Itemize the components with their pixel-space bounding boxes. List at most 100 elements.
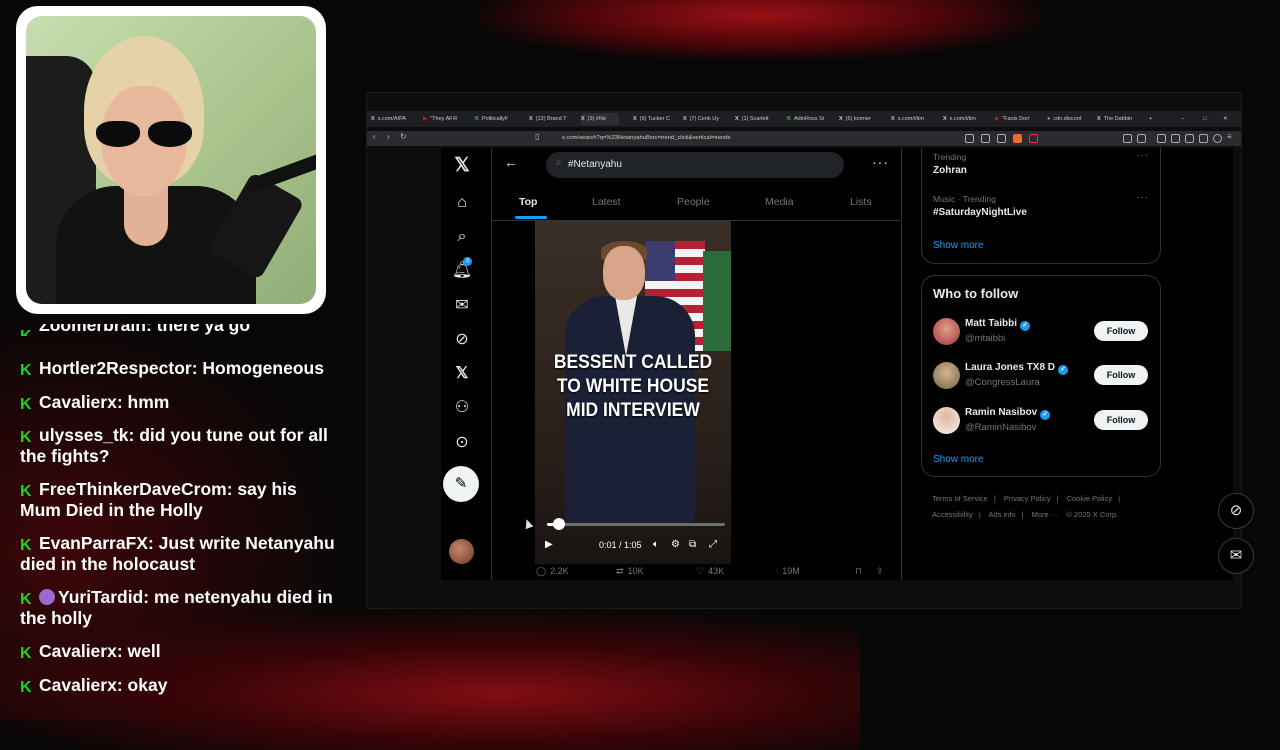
bookmark-icon[interactable]: ▯ <box>535 132 539 141</box>
browser-tab[interactable]: X (13) Brand T <box>529 113 579 125</box>
volume-icon[interactable]: 🔈︎ <box>653 539 659 550</box>
premium-x-icon[interactable]: 𝕏 <box>451 363 473 385</box>
browser-tab[interactable]: ● cdn.discord <box>1047 113 1095 125</box>
extension-icon[interactable] <box>1199 134 1208 143</box>
active-tab-indicator <box>515 216 547 219</box>
back-icon[interactable]: ‹ <box>373 132 376 141</box>
browser-tab[interactable]: K AdinRoss St <box>787 113 837 125</box>
extension-icon[interactable] <box>1137 134 1146 143</box>
home-icon[interactable]: ⌂ <box>451 192 473 214</box>
search-icon[interactable]: ⌕ <box>451 226 473 248</box>
browser-tab[interactable]: X (7) Cenk Uy <box>683 113 733 125</box>
account-name[interactable]: Ramin Nasibov ✓ <box>965 407 1051 420</box>
grok-float-icon[interactable]: ⊘ <box>1218 493 1254 529</box>
grok-icon[interactable]: ⊘ <box>451 329 473 351</box>
tab-people[interactable]: People <box>677 196 710 208</box>
reply-icon: ◯ <box>536 566 547 576</box>
browser-tab[interactable]: X (9) Tucker C <box>633 113 681 125</box>
browser-tab[interactable]: ▶ "Facts Don' <box>995 113 1045 125</box>
browser-tab[interactable]: Xx.com/i/tim <box>891 113 941 125</box>
show-more-link[interactable]: Show more <box>933 454 984 465</box>
new-tab-button[interactable]: + <box>1149 113 1157 125</box>
notifications-icon[interactable]: 🔔︎ 3 <box>451 257 473 282</box>
follow-button[interactable]: Follow <box>1094 365 1148 385</box>
post-button[interactable]: ✎ <box>443 466 479 502</box>
bookmark-button[interactable]: ⊓ <box>855 566 862 577</box>
minimize-button[interactable]: – <box>1181 113 1187 125</box>
tab-latest[interactable]: Latest <box>592 196 621 208</box>
close-window-button[interactable]: ✕ <box>1223 113 1229 125</box>
video-progress-bar[interactable] <box>547 518 725 530</box>
settings-icon[interactable]: ⚙ <box>671 539 680 550</box>
account-name[interactable]: Matt Taibbi ✓ <box>965 318 1031 331</box>
stream-chat: KZoomerbrain: there ya go KHortler2Respe… <box>20 324 340 708</box>
extension-icon[interactable] <box>965 134 974 143</box>
messages-float-icon[interactable]: ✉ <box>1218 538 1254 574</box>
fullscreen-icon[interactable]: ⤢ <box>709 539 717 550</box>
footer-link[interactable]: More ··· <box>1032 510 1059 519</box>
show-more-link[interactable]: Show more <box>933 240 984 251</box>
trend-item[interactable]: Zohran <box>933 165 967 176</box>
reply-button[interactable]: ◯ 2.2K <box>536 566 569 577</box>
trend-item[interactable]: #SaturdayNightLive <box>933 207 1027 218</box>
browser-tab[interactable]: Xx.com/AIPA <box>371 113 419 125</box>
footer-link[interactable]: Privacy Policy <box>1004 494 1051 503</box>
avatar[interactable] <box>933 362 960 389</box>
pip-icon[interactable]: ⧉ <box>689 539 696 550</box>
menu-icon[interactable]: ≡ <box>1227 132 1232 141</box>
chat-message: K Cavalierx: okay <box>20 674 168 696</box>
views-button[interactable]: ⫶ 19M <box>776 566 800 577</box>
video-player[interactable]: BESSENT CALLED TO WHITE HOUSE MID INTERV… <box>535 221 731 564</box>
extension-icon[interactable] <box>1171 134 1180 143</box>
search-input[interactable]: ⌕ #Netanyahu <box>546 152 844 178</box>
browser-tab-active[interactable]: X (3) #Ne <box>581 113 619 125</box>
zoom-icon[interactable] <box>981 134 990 143</box>
more-options-icon[interactable]: ··· <box>1136 150 1149 161</box>
profile-icon[interactable]: ⚇ <box>451 397 473 419</box>
browser-tab[interactable]: X (6) loomer <box>839 113 889 125</box>
footer-link[interactable]: Cookie Policy <box>1067 494 1112 503</box>
notification-count: 3 <box>463 257 472 266</box>
brave-shield-icon[interactable] <box>1013 134 1022 143</box>
more-options-icon[interactable]: ··· <box>872 154 889 170</box>
browser-tab[interactable]: Xx.com/i/tim <box>943 113 993 125</box>
avatar[interactable] <box>933 407 960 434</box>
browser-tab[interactable]: X (1) Scarlett <box>735 113 785 125</box>
account-name[interactable]: Laura Jones TX8 D ✓ <box>965 362 1069 375</box>
more-icon[interactable]: ⊙ <box>451 432 473 454</box>
account-avatar[interactable] <box>449 539 474 564</box>
x-logo-icon[interactable]: 𝕏 <box>451 155 473 177</box>
tab-media[interactable]: Media <box>765 196 794 208</box>
extension-icon[interactable] <box>1157 134 1166 143</box>
browser-tab[interactable]: K PoliticallyF <box>475 113 525 125</box>
chat-message: Kulysses_tk: did you tune out for all th… <box>20 425 328 466</box>
wallet-icon[interactable] <box>1213 134 1222 143</box>
forward-icon[interactable]: › <box>387 132 390 141</box>
reload-icon[interactable]: ↻ <box>400 132 407 141</box>
url-field[interactable]: x.com/search?q=%23NetanyahuBsrc=trend_cl… <box>562 133 730 144</box>
browser-tab[interactable]: X The Dabbin <box>1097 113 1147 125</box>
like-button[interactable]: ♡ 43K <box>696 566 724 577</box>
share-button[interactable]: ⇪ <box>876 566 884 577</box>
footer-link[interactable]: Terms of Service <box>932 494 988 503</box>
rewards-icon[interactable] <box>1029 134 1038 143</box>
more-options-icon[interactable]: ··· <box>1136 192 1149 203</box>
repost-button[interactable]: ⇄ 10K <box>616 566 644 577</box>
footer-link[interactable]: Ads info <box>988 510 1015 519</box>
messages-icon[interactable]: ✉ <box>451 295 473 317</box>
heart-icon: ♡ <box>696 566 705 576</box>
back-arrow-icon[interactable]: ← <box>504 154 518 170</box>
tab-top[interactable]: Top <box>519 196 537 208</box>
extension-icon[interactable] <box>1185 134 1194 143</box>
share-icon[interactable] <box>997 134 1006 143</box>
follow-button[interactable]: Follow <box>1094 410 1148 430</box>
follow-button[interactable]: Follow <box>1094 321 1148 341</box>
video-caption: BESSENT CALLED TO WHITE HOUSE MID INTERV… <box>553 352 713 421</box>
avatar[interactable] <box>933 318 960 345</box>
tab-lists[interactable]: Lists <box>850 196 872 208</box>
footer-link[interactable]: Accessibility <box>932 510 973 519</box>
browser-tab[interactable]: ▶ "They All R <box>423 113 471 125</box>
extension-icon[interactable] <box>1123 134 1132 143</box>
play-icon[interactable]: ▶ <box>545 539 553 550</box>
maximize-button[interactable]: □ <box>1203 113 1209 125</box>
